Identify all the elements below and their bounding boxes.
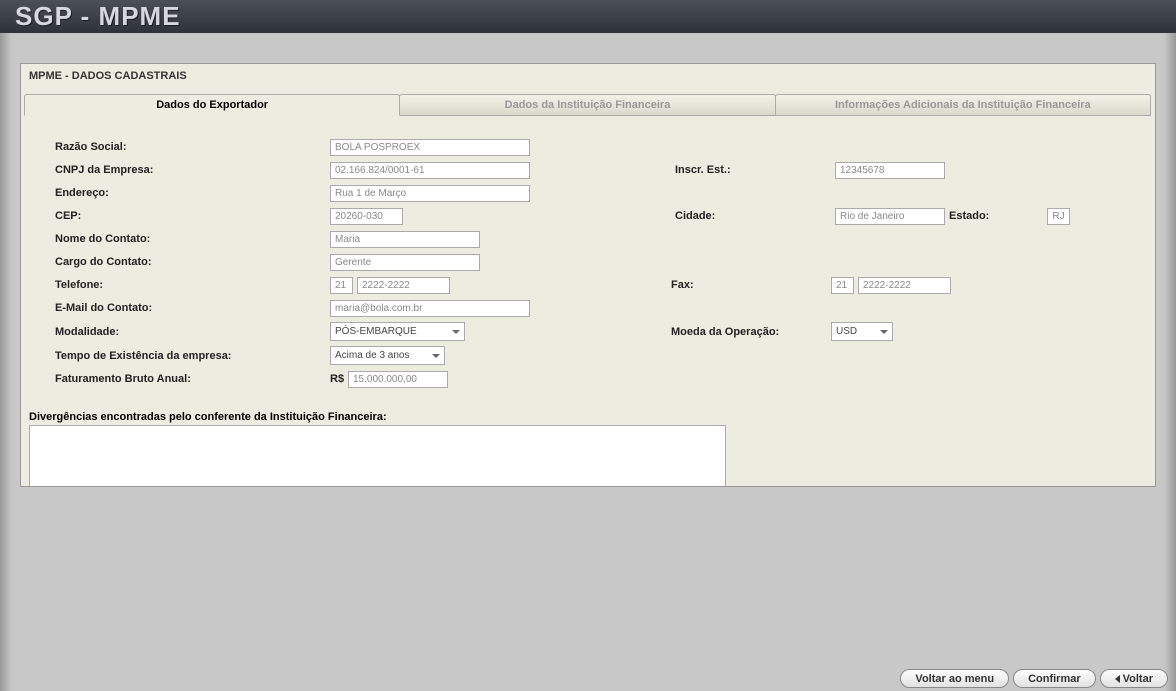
inscr-est-field[interactable] <box>835 162 945 179</box>
tempo-exist-select[interactable]: Acima de 3 anos <box>330 346 445 365</box>
chevron-down-icon <box>452 330 460 334</box>
cnpj-field[interactable] <box>330 162 530 179</box>
modalidade-value: PÓS-EMBARQUE <box>335 326 446 337</box>
moeda-value: USD <box>836 326 874 337</box>
tabs: Dados do Exportador Dados da Instituição… <box>25 94 1151 116</box>
voltar-menu-button[interactable]: Voltar ao menu <box>900 669 1009 688</box>
back-arrow-icon <box>1115 675 1120 683</box>
voltar-button[interactable]: Voltar <box>1100 669 1168 688</box>
estado-field[interactable] <box>1047 208 1070 225</box>
label-divergencias: Divergências encontradas pelo conferente… <box>25 403 1151 425</box>
label-fax: Fax: <box>671 279 831 291</box>
label-nome-contato: Nome do Contato: <box>55 233 330 245</box>
fat-bruto-field[interactable] <box>348 371 448 388</box>
label-modalidade: Modalidade: <box>55 326 330 338</box>
label-cep: CEP: <box>55 210 330 222</box>
label-cidade: Cidade: <box>675 210 835 222</box>
chevron-down-icon <box>432 354 440 358</box>
label-inscr-est: Inscr. Est.: <box>675 164 835 176</box>
chevron-down-icon <box>880 330 888 334</box>
app-header: SGP - MPME <box>0 0 1176 33</box>
fax-ddd-field[interactable] <box>831 277 854 294</box>
confirmar-button[interactable]: Confirmar <box>1013 669 1096 688</box>
label-fat-bruto: Faturamento Bruto Anual: <box>55 373 330 385</box>
label-email: E-Mail do Contato: <box>55 302 330 314</box>
label-tempo-exist: Tempo de Existência da empresa: <box>55 350 330 362</box>
label-cargo-contato: Cargo do Contato: <box>55 256 330 268</box>
razao-social-field[interactable] <box>330 139 530 156</box>
fax-num-field[interactable] <box>858 277 951 294</box>
cep-field[interactable] <box>330 208 403 225</box>
label-moeda: Moeda da Operação: <box>671 326 831 338</box>
cidade-field[interactable] <box>835 208 945 225</box>
main-panel: MPME - DADOS CADASTRAIS Dados do Exporta… <box>20 63 1156 487</box>
tab-content-scroll[interactable]: Razão Social: CNPJ da Empresa: Inscr. Es… <box>25 116 1151 486</box>
label-estado: Estado: <box>949 210 995 222</box>
app-title: SGP - MPME <box>15 1 181 32</box>
divergencias-textarea[interactable] <box>29 425 726 486</box>
email-field[interactable] <box>330 300 530 317</box>
confirmar-label: Confirmar <box>1028 673 1081 685</box>
tel-ddd-field[interactable] <box>330 277 353 294</box>
tempo-exist-value: Acima de 3 anos <box>335 350 426 361</box>
rs-prefix: R$ <box>330 373 348 385</box>
label-endereco: Endereço: <box>55 187 330 199</box>
tab-dados-instituicao[interactable]: Dados da Instituição Financeira <box>399 94 775 115</box>
endereco-field[interactable] <box>330 185 530 202</box>
footer-buttons: Voltar ao menu Confirmar Voltar <box>900 669 1168 688</box>
modalidade-select[interactable]: PÓS-EMBARQUE <box>330 322 465 341</box>
label-telefone: Telefone: <box>55 279 330 291</box>
label-razao-social: Razão Social: <box>55 141 330 153</box>
voltar-menu-label: Voltar ao menu <box>915 673 994 685</box>
tab-info-adic-instituicao[interactable]: Informações Adicionais da Instituição Fi… <box>775 94 1151 115</box>
tel-num-field[interactable] <box>357 277 450 294</box>
tab-dados-exportador[interactable]: Dados do Exportador <box>24 94 400 116</box>
voltar-label: Voltar <box>1123 673 1153 685</box>
nome-contato-field[interactable] <box>330 231 480 248</box>
form-area: Razão Social: CNPJ da Empresa: Inscr. Es… <box>25 116 1151 403</box>
outer-frame: MPME - DADOS CADASTRAIS Dados do Exporta… <box>0 63 1176 487</box>
section-title: MPME - DADOS CADASTRAIS <box>21 64 1155 94</box>
label-cnpj: CNPJ da Empresa: <box>55 164 330 176</box>
moeda-select[interactable]: USD <box>831 322 893 341</box>
cargo-contato-field[interactable] <box>330 254 480 271</box>
